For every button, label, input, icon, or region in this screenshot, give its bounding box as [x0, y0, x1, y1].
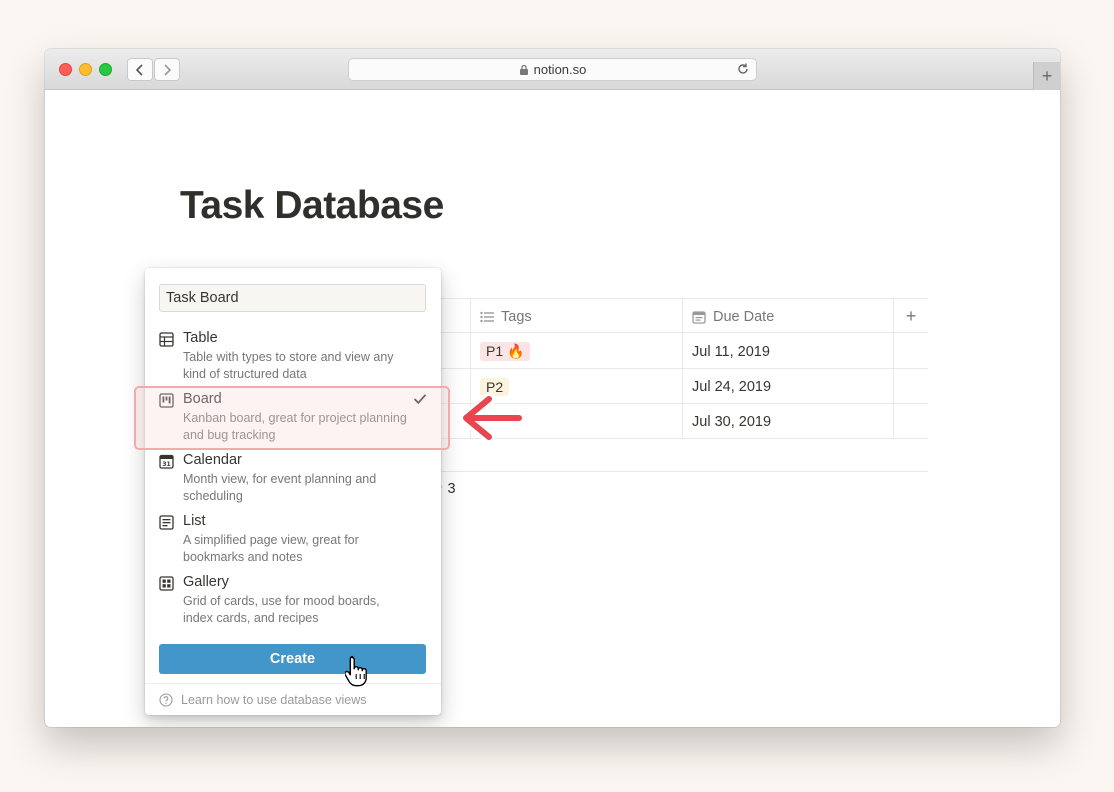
view-option-list[interactable]: List A simplified page view, great for b…: [145, 513, 441, 574]
forward-button[interactable]: [154, 58, 180, 81]
calendar-view-icon: 31: [159, 454, 174, 474]
hand-cursor-icon: [345, 655, 367, 687]
view-option-title: List: [183, 513, 206, 529]
help-icon: [159, 692, 173, 707]
view-option-title: Gallery: [183, 574, 229, 590]
back-button[interactable]: [127, 58, 153, 81]
address-bar[interactable]: notion.so: [348, 58, 757, 81]
view-option-title: Calendar: [183, 452, 242, 468]
table-header-row: Tags Due Date +: [425, 298, 928, 334]
new-tab-button[interactable]: +: [1033, 62, 1060, 90]
view-option-gallery[interactable]: Gallery Grid of cards, use for mood boar…: [145, 574, 441, 635]
chevron-right-icon: [164, 63, 172, 76]
view-option-description: Grid of cards, use for mood boards, inde…: [183, 594, 380, 625]
close-window-button[interactable]: [59, 63, 72, 76]
gallery-icon: [159, 576, 174, 596]
column-label: Due Date: [713, 308, 775, 325]
board-option-highlight: [134, 386, 450, 450]
count-value: 3: [447, 481, 456, 497]
reload-icon[interactable]: [736, 62, 750, 79]
due-date-cell[interactable]: Jul 24, 2019: [682, 369, 893, 404]
page-title: Task Database: [180, 184, 444, 227]
list-icon: [480, 311, 494, 323]
calendar-icon: [692, 310, 706, 324]
empty-cell: [893, 334, 928, 369]
add-column-button[interactable]: +: [893, 299, 928, 334]
help-text: Learn how to use database views: [181, 692, 367, 707]
svg-text:31: 31: [162, 461, 170, 468]
empty-cell: [893, 369, 928, 404]
view-name-input[interactable]: [159, 284, 426, 312]
due-date-cell[interactable]: Jul 11, 2019: [682, 334, 893, 369]
view-option-table[interactable]: Table Table with types to store and view…: [145, 330, 441, 391]
table-icon: [159, 332, 174, 352]
column-header-due-date[interactable]: Due Date: [682, 299, 893, 334]
due-date-cell[interactable]: Jul 30, 2019: [682, 404, 893, 439]
annotation-arrow-icon: [460, 393, 525, 443]
tag-cell[interactable]: P1 🔥: [470, 334, 682, 369]
table-footer-divider: [425, 471, 928, 472]
tag-pill: P1 🔥: [480, 342, 531, 361]
add-view-popup: Table Table with types to store and view…: [145, 268, 441, 715]
view-option-description: Month view, for event planning and sched…: [183, 472, 377, 503]
lock-icon: [519, 64, 529, 76]
view-option-description: Table with types to store and view any k…: [183, 350, 394, 381]
list-view-icon: [159, 515, 174, 535]
view-option-title: Table: [183, 330, 218, 346]
zoom-window-button[interactable]: [99, 63, 112, 76]
column-header-tags[interactable]: Tags: [470, 299, 682, 334]
empty-cell: [893, 404, 928, 439]
view-option-calendar[interactable]: 31 Calendar Month view, for event planni…: [145, 452, 441, 513]
view-option-description: A simplified page view, great for bookma…: [183, 533, 359, 564]
browser-titlebar: notion.so +: [45, 49, 1060, 90]
help-link[interactable]: Learn how to use database views: [145, 683, 441, 715]
minimize-window-button[interactable]: [79, 63, 92, 76]
url-text: notion.so: [533, 62, 587, 77]
chevron-left-icon: [135, 63, 143, 76]
create-view-button[interactable]: Create: [159, 644, 426, 674]
table-row[interactable]: P1 🔥 Jul 11, 2019: [425, 334, 928, 369]
column-label: Tags: [501, 308, 532, 325]
